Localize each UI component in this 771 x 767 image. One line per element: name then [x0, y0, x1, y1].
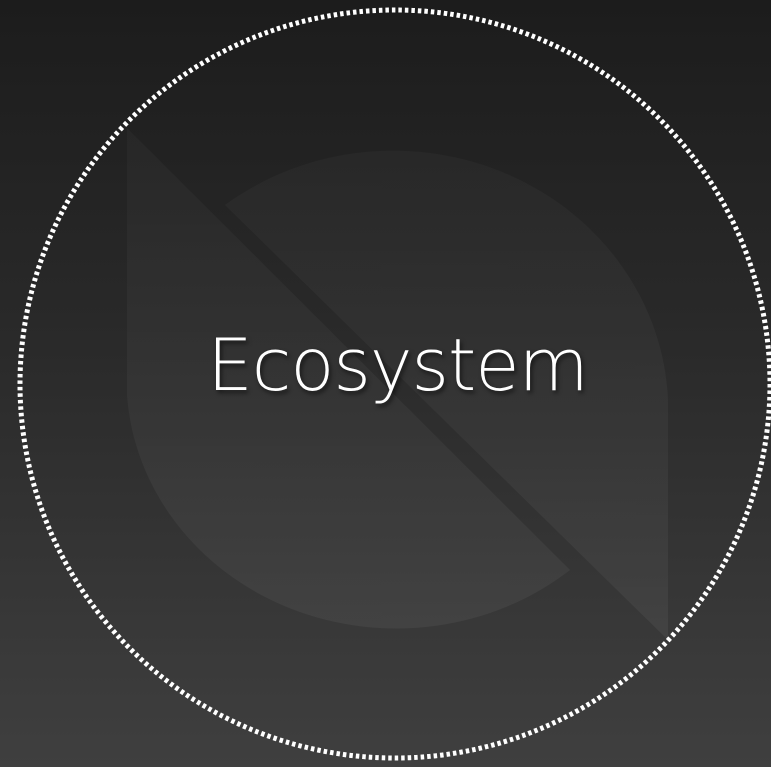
- page-title: Ecosystem: [207, 323, 588, 407]
- stage: Ecosystem: [0, 0, 771, 767]
